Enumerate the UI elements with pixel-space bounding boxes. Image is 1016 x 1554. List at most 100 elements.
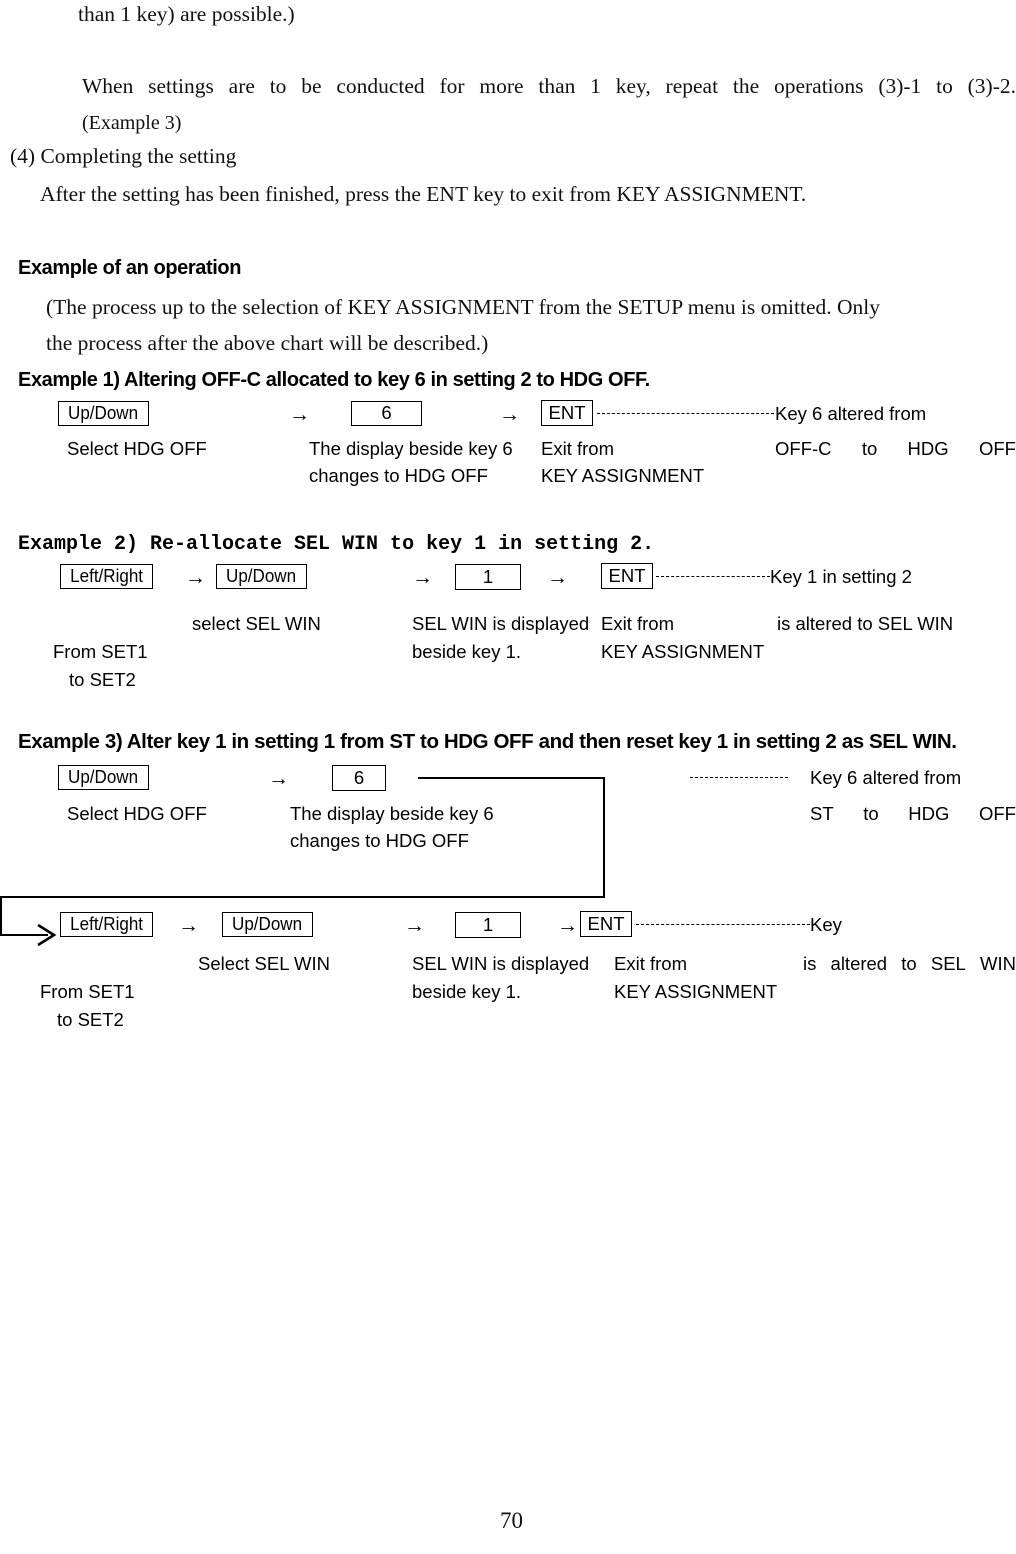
example-3-route-segment-top [418, 777, 605, 779]
example-1-result-word-3: OFF [978, 438, 1016, 459]
example-1-arrow-1: → [289, 403, 310, 426]
example-3-row2-box-left-right-label: Left/Right [70, 913, 143, 935]
example-3-row2-result-word-0: is [803, 953, 817, 974]
example-3-row2-caption-4a: Exit from [614, 953, 687, 974]
example-1-arrow-2: → [499, 403, 520, 426]
example-1-result-word-2: HDG [907, 438, 949, 459]
example-3-route-segment-left-down [0, 896, 2, 936]
example-3-row2-box-up-down[interactable]: Up/Down [222, 912, 313, 937]
example-3-row1-caption-2b: changes to HDG OFF [290, 830, 469, 851]
example-1-box-up-down-label: Up/Down [68, 402, 139, 424]
example-2-arrow-2: → [412, 566, 433, 589]
example-3-row2-caption-3b: beside key 1. [412, 981, 522, 1002]
example-1-box-up-down[interactable]: Up/Down [58, 401, 149, 426]
example-3-row1-result-word-3: OFF [978, 803, 1016, 824]
example-3-heading: Example 3) Alter key 1 in setting 1 from… [18, 730, 957, 753]
example-3-row1-box-up-down-label: Up/Down [68, 766, 139, 788]
example-3-route-arrowhead [37, 923, 57, 947]
example-3-row1-result-label: Key 6 altered from [810, 767, 962, 788]
example-3-row2-caption-2a: Select SEL WIN [198, 953, 330, 974]
example-1-caption-1a: Select HDG OFF [67, 438, 207, 459]
example-2-arrow-3: → [547, 566, 568, 589]
page-number: 70 [500, 1508, 523, 1533]
example-3-row2-caption-1a: From SET1 [40, 981, 135, 1002]
example-3-row2-box-ent[interactable]: ENT [580, 911, 632, 937]
example-3-row1-result-word-1: to [863, 803, 879, 824]
example-2-box-key-1[interactable]: 1 [455, 564, 521, 590]
example-3-row1-result-word-2: HDG [908, 803, 950, 824]
example-1-box-key-6[interactable]: 6 [351, 401, 422, 426]
example-1-result-word-0: OFF-C [775, 438, 832, 459]
example-2-box-left-right[interactable]: Left/Right [60, 564, 153, 589]
example-2-caption-4b: KEY ASSIGNMENT [601, 641, 765, 662]
example-1-result-label: Key 6 altered from [775, 403, 927, 424]
example-2-box-left-right-label: Left/Right [70, 565, 143, 587]
example-3-row2-box-key-1-label: 1 [482, 913, 494, 935]
example-1-box-ent-label: ENT [548, 401, 586, 423]
intro-example-reference: (Example 3) [82, 112, 182, 134]
example-1-box-ent[interactable]: ENT [541, 400, 593, 426]
example-3-row1-result-word-0: ST [810, 803, 834, 824]
example-2-arrow-1: → [185, 566, 206, 589]
example-3-route-segment-back-left [0, 896, 605, 898]
example-2-caption-4a: Exit from [601, 613, 674, 634]
example-3-row2-arrow-1: → [178, 914, 199, 937]
example-1-caption-3a: Exit from [541, 438, 614, 459]
example-1-box-key-6-label: 6 [381, 402, 392, 424]
example-3-row2-result-word-1: altered [830, 953, 888, 974]
example-1-caption-2b: changes to HDG OFF [309, 465, 488, 486]
operation-note-line-1: (The process up to the selection of KEY … [46, 295, 881, 319]
document-page: than 1 key) are possible.) When settings… [0, 0, 1016, 1554]
example-3-row2-caption-3a: SEL WIN is displayed [412, 953, 590, 974]
example-3-row1-caption-1a: Select HDG OFF [67, 803, 207, 824]
example-3-row1-box-up-down[interactable]: Up/Down [58, 765, 149, 790]
step-4-body: After the setting has been finished, pre… [40, 182, 807, 206]
example-2-box-up-down[interactable]: Up/Down [216, 564, 307, 589]
example-2-caption-3b: beside key 1. [412, 641, 522, 662]
example-1-result-word-1: to [861, 438, 878, 459]
example-3-row1-dashed-connector [690, 777, 788, 778]
example-2-box-key-1-label: 1 [482, 565, 494, 587]
example-2-box-ent-label: ENT [608, 564, 646, 586]
example-3-row1-box-key-6[interactable]: 6 [332, 765, 386, 791]
example-2-box-ent[interactable]: ENT [601, 563, 653, 589]
example-3-row1-box-key-6-label: 6 [353, 766, 365, 788]
example-3-row2-box-left-right[interactable]: Left/Right [60, 912, 153, 937]
example-3-row2-caption-1b: to SET2 [57, 1009, 124, 1030]
example-3-row2-box-ent-label: ENT [587, 912, 625, 934]
example-2-result-text: is altered to SEL WIN [777, 613, 954, 634]
example-3-row2-arrow-2: → [404, 914, 425, 937]
example-3-row2-result-word-3: SEL [930, 953, 966, 974]
example-2-dashed-connector [656, 576, 770, 577]
example-3-row2-dashed-connector [636, 924, 810, 925]
example-1-heading: Example 1) Altering OFF-C allocated to k… [18, 369, 650, 391]
example-1-result-spread: OFF-C to HDG OFF [775, 438, 1016, 460]
step-4-heading: (4) Completing the setting [10, 144, 237, 168]
example-2-result-label: Key 1 in setting 2 [770, 566, 912, 587]
example-3-row2-box-key-1[interactable]: 1 [455, 912, 521, 938]
example-3-route-segment-right-down [603, 777, 605, 898]
example-3-row2-result-spread: is altered to SEL WIN [803, 953, 1016, 975]
example-3-row1-caption-2a: The display beside key 6 [290, 803, 494, 824]
intro-continued-line: than 1 key) are possible.) [78, 2, 295, 26]
example-2-caption-1a: From SET1 [53, 641, 148, 662]
example-3-row2-result-word-4: WIN [979, 953, 1016, 974]
example-2-box-up-down-label: Up/Down [226, 565, 297, 587]
example-2-heading: Example 2) Re-allocate SEL WIN to key 1 … [18, 533, 655, 556]
example-2-caption-2a: select SEL WIN [192, 613, 321, 634]
example-2-caption-3a: SEL WIN is displayed [412, 613, 590, 634]
operation-section-heading: Example of an operation [18, 257, 242, 279]
example-3-row2-arrow-3: → [557, 914, 578, 937]
example-3-row2-result-label: Key [810, 914, 842, 935]
example-1-caption-2a: The display beside key 6 [309, 438, 513, 459]
example-1-dashed-connector [597, 413, 774, 414]
example-3-row1-arrow-1: → [268, 767, 289, 790]
example-3-row2-box-up-down-label: Up/Down [232, 913, 303, 935]
operation-note-line-2: the process after the above chart will b… [46, 331, 489, 355]
example-1-caption-3b: KEY ASSIGNMENT [541, 465, 705, 486]
example-3-row1-result-spread: ST to HDG OFF [810, 803, 1016, 825]
example-2-caption-1b: to SET2 [69, 669, 136, 690]
example-3-row2-caption-4b: KEY ASSIGNMENT [614, 981, 778, 1002]
example-3-row2-result-word-2: to [901, 953, 917, 974]
intro-justified-paragraph: When settings are to be conducted for mo… [82, 74, 1016, 98]
